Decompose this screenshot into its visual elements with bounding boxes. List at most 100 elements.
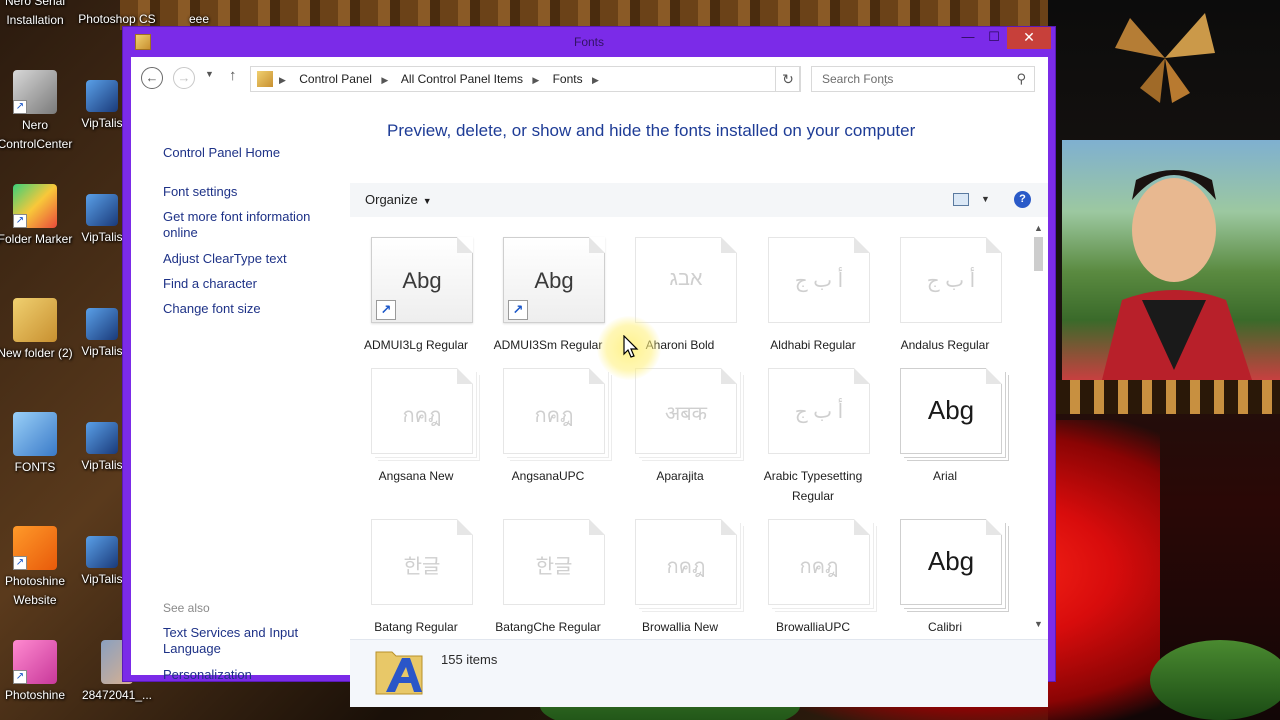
search-input[interactable]: Search Fonts ⚲	[811, 66, 1035, 92]
adjust-cleartype-link[interactable]: Adjust ClearType text	[163, 251, 338, 267]
personalization-link[interactable]: Personalization	[163, 667, 338, 683]
font-tile[interactable]: أ ب ج Andalus Regular	[879, 217, 1011, 352]
viptalis-icon	[86, 536, 118, 568]
font-tile[interactable]: أ ب ج Arabic Typesetting Regular	[747, 348, 879, 503]
search-placeholder: Search Fonts	[822, 72, 894, 86]
photoshine-icon: ↗	[13, 640, 57, 684]
viptalis-icon	[86, 80, 118, 112]
font-preview-icon: أ ب ج	[900, 237, 1002, 323]
font-name: Batang Regular	[374, 620, 458, 634]
font-tile[interactable]: 한글 Batang Regular	[350, 499, 482, 634]
breadcrumb-separator-icon[interactable]: ▶	[381, 75, 388, 85]
desktop-icon-nero-serial[interactable]: Nero Serial Installation	[0, 0, 80, 30]
page-title: Preview, delete, or show and hide the fo…	[387, 121, 916, 140]
font-tile[interactable]: 한글 BatangChe Regular	[482, 499, 614, 634]
close-button[interactable]: ✕	[1007, 27, 1051, 49]
text-services-link[interactable]: Text Services and Input Language	[163, 625, 338, 657]
content-pane: Preview, delete, or show and hide the fo…	[350, 99, 1048, 707]
change-view-icon[interactable]	[953, 193, 969, 206]
command-bar: Organize ▼ ▼ ?	[350, 183, 1048, 217]
address-bar[interactable]: ▶ Control Panel ▶ All Control Panel Item…	[250, 66, 889, 92]
film-strip-decoration	[1056, 380, 1280, 414]
recent-locations-button[interactable]: ▼	[205, 69, 214, 79]
search-icon[interactable]: ⚲	[1016, 71, 1026, 87]
get-more-font-info-link[interactable]: Get more font information online	[163, 209, 338, 241]
font-preview-glyph: אבג	[669, 268, 703, 290]
breadcrumb-separator-icon[interactable]: ▶	[592, 75, 599, 85]
scroll-up-icon[interactable]: ▲	[1034, 223, 1043, 233]
scroll-down-icon[interactable]: ▼	[1034, 619, 1043, 629]
font-preview-glyph: أ ب ج	[794, 270, 844, 292]
font-tile[interactable]: أ ب ج Aldhabi Regular	[747, 217, 879, 352]
font-preview-icon: Abg ↗	[371, 237, 473, 323]
font-tile[interactable]: Abg ↗ ADMUI3Sm Regular	[482, 217, 614, 352]
font-tile[interactable]: Abg ↗ ADMUI3Lg Regular	[350, 217, 482, 352]
font-grid: Abg ↗ ADMUI3Lg Regular Abg ↗ ADMUI3Sm Regular…	[350, 217, 1030, 635]
font-preview-icon: กคฎ	[768, 519, 870, 605]
help-icon[interactable]: ?	[1014, 191, 1031, 208]
breadcrumb-fonts[interactable]: Fonts	[553, 72, 583, 86]
fonts-folder-icon	[375, 651, 423, 695]
breadcrumb-separator-icon[interactable]: ▶	[532, 75, 539, 85]
font-tile[interactable]: Abg Calibri	[879, 499, 1011, 634]
viptalis-icon	[86, 194, 118, 226]
maximize-button[interactable]: ☐	[981, 27, 1007, 49]
title-bar[interactable]: Fonts — ☐ ✕	[123, 27, 1055, 57]
control-panel-home-link[interactable]: Control Panel Home	[163, 145, 338, 161]
nero-icon: ↗	[13, 70, 57, 114]
change-font-size-link[interactable]: Change font size	[163, 301, 338, 317]
font-preview-glyph: अबक	[664, 403, 708, 425]
font-tile[interactable]: กคฎ BrowalliaUPC	[747, 499, 879, 634]
font-preview-glyph: أ ب ج	[794, 401, 844, 423]
window-title: Fonts	[573, 35, 604, 49]
uc-browser-icon: ↗	[13, 526, 57, 570]
folder-icon	[13, 298, 57, 342]
folder-icon	[13, 412, 57, 456]
font-preview-icon: أ ب ج	[768, 368, 870, 454]
font-preview-glyph: أ ب ج	[926, 270, 976, 292]
window-client-area: ← → ▼ ↑ ▶ Control Panel ▶ All Control Pa…	[131, 57, 1048, 707]
breadcrumb-control-panel[interactable]: Control Panel	[299, 72, 372, 86]
font-preview-glyph: กคฎ	[534, 405, 574, 427]
font-name: Arial	[932, 469, 957, 483]
organize-label: Organize	[365, 192, 418, 207]
font-preview-glyph: กคฎ	[402, 405, 442, 427]
font-tile[interactable]: กคฎ Browallia New	[614, 499, 746, 634]
font-preview-icon: กคฎ	[635, 519, 737, 605]
font-preview-glyph: กคฎ	[799, 556, 839, 578]
font-name: BatangChe Regular	[495, 620, 601, 634]
refresh-button[interactable]: ↻	[775, 66, 801, 92]
up-button[interactable]: ↑	[229, 67, 237, 84]
forward-button[interactable]: →	[173, 67, 195, 89]
font-tile[interactable]: กคฎ Angsana New	[350, 348, 482, 483]
font-preview-icon: Abg	[900, 368, 1002, 454]
butterfly-decoration	[1115, 13, 1215, 103]
font-tile[interactable]: Abg Arial	[879, 348, 1011, 483]
font-preview-icon: אבג	[635, 237, 737, 323]
organize-button[interactable]: Organize ▼	[365, 192, 432, 207]
folder-marker-icon: ↗	[13, 184, 57, 228]
font-preview-icon: أ ب ج	[768, 237, 870, 323]
font-preview-glyph: Abg	[402, 268, 442, 293]
breadcrumb-all-items[interactable]: All Control Panel Items	[401, 72, 523, 86]
minimize-button[interactable]: —	[955, 27, 981, 49]
font-tile[interactable]: กคฎ AngsanaUPC	[482, 348, 614, 483]
task-pane: Control Panel Home Font settings Get mor…	[131, 99, 350, 682]
navigation-bar: ← → ▼ ↑ ▶ Control Panel ▶ All Control Pa…	[131, 57, 1048, 99]
item-count: 155 items	[441, 652, 498, 667]
find-a-character-link[interactable]: Find a character	[163, 276, 338, 292]
font-settings-link[interactable]: Font settings	[163, 184, 338, 200]
font-preview-icon: Abg ↗	[503, 237, 605, 323]
font-name: AngsanaUPC	[511, 469, 585, 483]
breadcrumb: ▶ Control Panel ▶ All Control Panel Item…	[279, 72, 609, 86]
scroll-thumb[interactable]	[1034, 237, 1043, 271]
fonts-folder-icon	[257, 71, 273, 87]
vertical-scrollbar[interactable]: ▲ ▼	[1030, 217, 1047, 635]
view-options-dropdown[interactable]: ▼	[981, 194, 990, 204]
back-button[interactable]: ←	[141, 67, 163, 89]
desktop-icon-photoshine[interactable]: ↗ Photoshine	[0, 640, 80, 705]
breadcrumb-separator-icon[interactable]: ▶	[279, 75, 286, 85]
desktop-photo	[1062, 140, 1280, 380]
font-preview-icon: 한글	[371, 519, 473, 605]
font-preview-icon: Abg	[900, 519, 1002, 605]
